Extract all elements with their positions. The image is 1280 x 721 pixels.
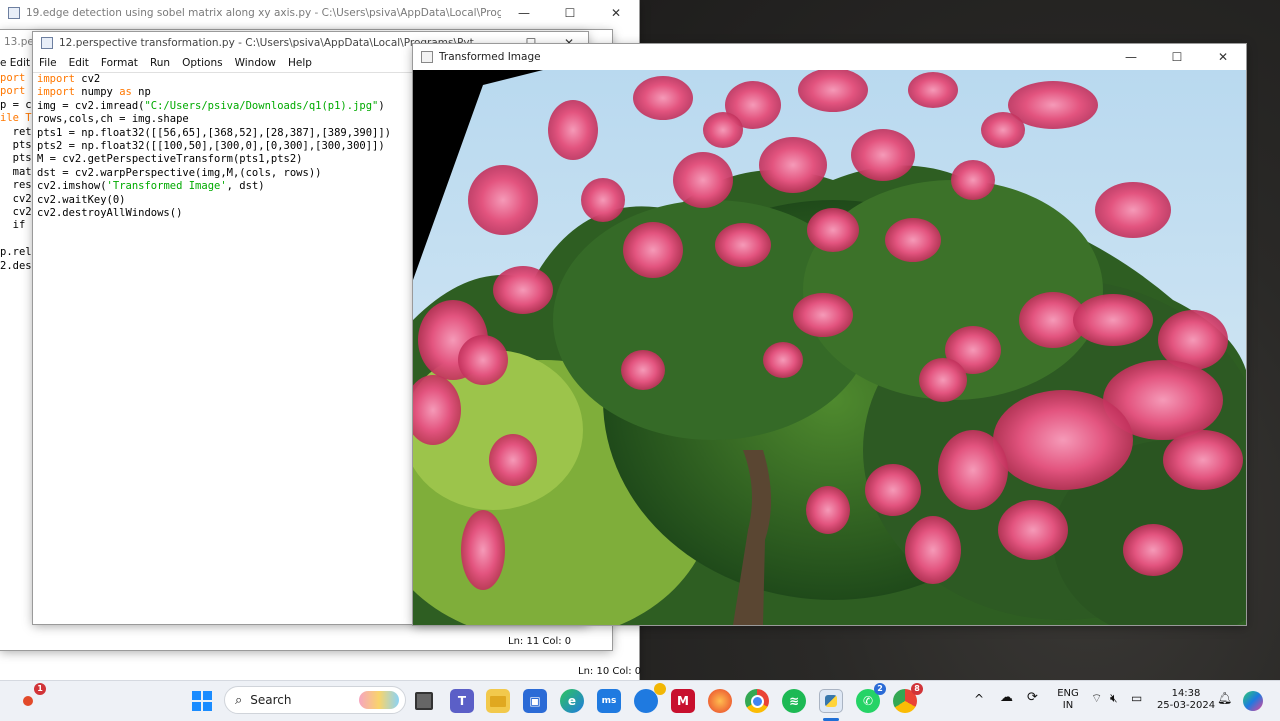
region-code: IN [1062, 700, 1074, 711]
firefox-app[interactable] [708, 689, 732, 713]
wifi-icon[interactable]: ⌔ [1091, 692, 1102, 704]
search-icon: ⌕ [235, 692, 243, 708]
code-line: if [0, 219, 26, 232]
start-button[interactable] [190, 689, 214, 713]
python-icon [825, 695, 837, 707]
window-title: Transformed Image [439, 51, 541, 63]
sync-icon[interactable]: ⟳ [1027, 691, 1038, 704]
mail-app[interactable]: ms [597, 689, 621, 713]
search-label: Search [250, 693, 292, 707]
code-line: p = c [0, 98, 32, 111]
opencv-window-icon [421, 51, 433, 63]
language-code: ENG [1057, 688, 1079, 699]
settings-app[interactable] [634, 683, 666, 713]
minimize-button[interactable]: — [501, 0, 547, 26]
task-view-button[interactable] [412, 689, 436, 713]
file-explorer-app[interactable] [486, 689, 510, 713]
menu-edit[interactable]: Edit [63, 57, 95, 69]
code-area[interactable]: port port p = c ile T ret pts pts mat re… [0, 72, 32, 273]
notification-bell-icon[interactable]: 🔔︎ [1217, 692, 1232, 704]
code-line: import cv2 [37, 73, 101, 85]
code-line: port [0, 72, 26, 84]
code-line: ile T [0, 112, 32, 125]
code-line: cv2.destroyAllWindows() [37, 207, 183, 220]
code-line: port [0, 85, 26, 98]
copilot-icon[interactable] [1243, 691, 1263, 711]
show-hidden-icons-button[interactable]: ^ [974, 693, 984, 705]
code-line: dst = cv2.warpPerspective(img,M,(cols, r… [37, 166, 322, 179]
date: 25-03-2024 [1156, 700, 1216, 711]
chrome-icon [750, 694, 764, 708]
minimize-button[interactable]: — [1108, 44, 1154, 70]
task-view-icon [415, 692, 433, 710]
maximize-button[interactable]: ☐ [1154, 44, 1200, 70]
code-line: cv2 [0, 192, 32, 205]
maximize-button[interactable]: ☐ [547, 0, 593, 26]
search-highlight-image [359, 691, 399, 709]
code-line: pts [0, 152, 32, 165]
code-line: img = cv2.imread("C:/Users/psiva/Downloa… [37, 99, 385, 112]
code-line: 2.des [0, 259, 32, 272]
code-line: pts [0, 139, 32, 152]
close-button[interactable]: ✕ [593, 0, 639, 26]
python-file-icon [8, 7, 20, 19]
taskbar: 1 T ▣ e ms M ≋ ✆ 2 8 ^ ☁ ⟳ ENG IN ⌔ 🔇︎ ▭ [0, 680, 1280, 721]
chrome-profile-app[interactable]: 8 [893, 683, 923, 713]
title-bar[interactable]: 19.edge detection using sobel matrix alo… [0, 0, 639, 26]
onedrive-icon[interactable]: ☁ [1000, 691, 1013, 704]
taskbar-search-box[interactable]: ⌕ Search [224, 686, 406, 714]
code-line: cv2.imshow('Transformed Image', dst) [37, 180, 265, 193]
weather-badge: 1 [34, 683, 46, 695]
volume-mute-icon[interactable]: 🔇︎ [1110, 692, 1118, 704]
code-line: cv2 [0, 206, 32, 219]
transformed-image [413, 70, 1246, 625]
weather-widget[interactable]: 1 [16, 683, 46, 713]
menu-help[interactable]: Help [282, 57, 318, 69]
settings-badge [654, 683, 666, 695]
code-line: M = cv2.getPerspectiveTransform(pts1,pts… [37, 153, 303, 166]
menu-format[interactable]: Format [95, 57, 144, 69]
chrome-app[interactable] [745, 689, 769, 713]
mcafee-app[interactable]: M [671, 689, 695, 713]
menu-file[interactable]: File [33, 57, 63, 69]
image-window[interactable]: Transformed Image — ☐ ✕ [413, 44, 1246, 625]
chrome-badge: 8 [911, 683, 923, 695]
windows-logo-icon [192, 691, 212, 711]
edge-browser-app[interactable]: e [560, 689, 584, 713]
status-bar-position: Ln: 11 Col: 0 [508, 636, 572, 647]
code-line: cv2.waitKey(0) [37, 193, 126, 206]
status-bar-position: Ln: 10 Col: 0 [578, 666, 642, 677]
window-title: 19.edge detection using sobel matrix alo… [26, 7, 501, 19]
menu-options[interactable]: Options [176, 57, 229, 69]
python-idle-app[interactable] [819, 689, 843, 713]
window-title: 12.perspective transformation.py - C:\Us… [59, 37, 474, 49]
title-bar[interactable]: Transformed Image — ☐ ✕ [413, 44, 1246, 70]
crape-myrtle-photo [413, 70, 1246, 625]
time: 14:38 [1171, 688, 1201, 699]
code-line: res [0, 179, 32, 192]
code-line: ret [0, 125, 32, 138]
code-line: pts1 = np.float32([[56,65],[368,52],[28,… [37, 126, 392, 139]
teams-app[interactable]: T [450, 689, 474, 713]
menu-run[interactable]: Run [144, 57, 176, 69]
code-line: rows,cols,ch = img.shape [37, 113, 189, 126]
language-indicator[interactable]: ENG IN [1054, 688, 1082, 712]
menu-window[interactable]: Window [229, 57, 282, 69]
close-button[interactable]: ✕ [1200, 44, 1246, 70]
code-line: mat [0, 165, 32, 178]
code-editor[interactable]: import cv2 import numpy as np img = cv2.… [37, 73, 391, 220]
whatsapp-app[interactable]: ✆ 2 [856, 683, 886, 713]
whatsapp-badge: 2 [874, 683, 886, 695]
clock[interactable]: 14:38 25-03-2024 [1155, 688, 1217, 712]
microsoft-store-app[interactable]: ▣ [523, 689, 547, 713]
python-file-icon [41, 37, 53, 49]
folder-icon [490, 695, 506, 707]
code-line: pts2 = np.float32([[100,50],[300,0],[0,3… [37, 140, 385, 153]
code-line: p.rel [0, 246, 32, 259]
code-line: import numpy as np [37, 86, 151, 99]
spotify-app[interactable]: ≋ [782, 689, 806, 713]
menu-partial[interactable]: e Edit [0, 57, 36, 69]
weather-icon [23, 696, 33, 706]
battery-icon[interactable]: ▭ [1131, 692, 1142, 704]
